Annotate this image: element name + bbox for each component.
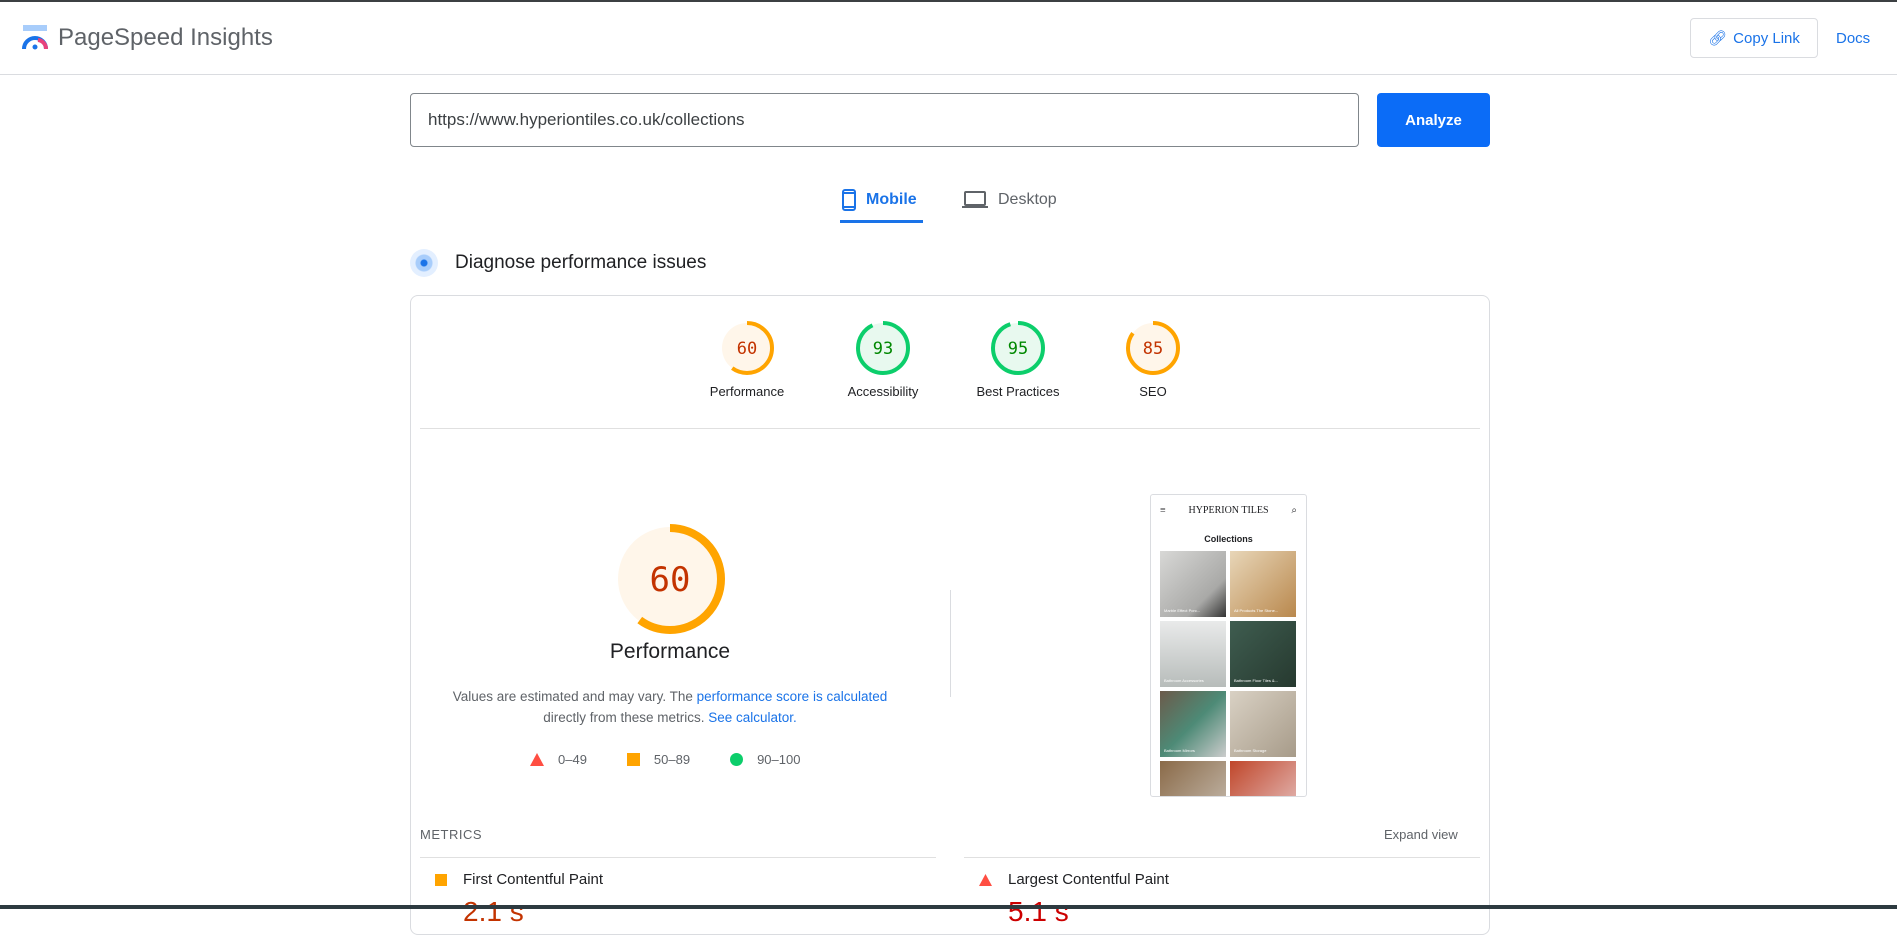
- see-calculator-link[interactable]: See calculator.: [708, 710, 797, 725]
- main-score-label: Performance: [609, 640, 731, 663]
- link-icon: 🔗︎: [1708, 30, 1728, 47]
- metric-name: First Contentful Paint: [463, 871, 604, 888]
- menu-icon: ≡: [1160, 505, 1166, 516]
- divider: [964, 857, 1480, 858]
- square-icon: [626, 753, 640, 766]
- gauge-value: 60: [737, 339, 757, 359]
- legend-range: 50–89: [653, 752, 691, 767]
- tile-label: Bathroom Accessories: [1164, 678, 1204, 683]
- gauge-label: Accessibility: [847, 384, 919, 399]
- divider: [420, 428, 1480, 429]
- section-title: Diagnose performance issues: [455, 252, 707, 273]
- gauge-ring: 60: [720, 321, 774, 375]
- diagnose-icon: [410, 249, 438, 277]
- expand-view-toggle[interactable]: Expand view: [1384, 827, 1458, 842]
- thumb-tile: [1230, 761, 1296, 796]
- thumb-grid: Marble Effect Porc... All Products The S…: [1151, 544, 1306, 796]
- tile-label: Bathroom Floor Tiles &...: [1234, 678, 1279, 683]
- gauge-ring: 85: [1126, 321, 1180, 375]
- legend-pass: 90–100: [730, 752, 800, 767]
- gauge-performance[interactable]: 60 Performance: [687, 320, 807, 399]
- mobile-phone-icon: [842, 189, 856, 211]
- thumb-tile: Bathroom Accessories: [1160, 621, 1226, 687]
- score-description: Values are estimated and may vary. The p…: [440, 686, 900, 728]
- thumb-tile: All Products The Stone...: [1230, 551, 1296, 617]
- tile-label: Bathroom Storage: [1234, 748, 1267, 753]
- header: PageSpeed Insights 🔗︎ Copy Link Docs: [0, 2, 1897, 75]
- laptop-icon: [962, 191, 988, 208]
- metrics-heading: METRICS: [420, 827, 482, 842]
- legend-fail: 0–49: [530, 752, 587, 767]
- metric-fcp: First Contentful Paint: [435, 871, 603, 888]
- score-calculated-link[interactable]: performance score is calculated: [697, 689, 888, 704]
- tile-label: Marble Effect Porc...: [1164, 608, 1201, 613]
- thumb-tile: [1160, 761, 1226, 796]
- gauge-accessibility[interactable]: 93 Accessibility: [823, 320, 943, 399]
- circle-icon: [730, 753, 744, 766]
- gauge-seo[interactable]: 85 SEO: [1093, 320, 1213, 399]
- analyze-button[interactable]: Analyze: [1377, 93, 1490, 147]
- tab-mobile-label: Mobile: [866, 191, 917, 208]
- vertical-divider: [950, 590, 951, 697]
- tab-desktop[interactable]: Desktop: [962, 180, 1057, 220]
- tab-mobile[interactable]: Mobile: [842, 180, 917, 220]
- metric-name: Largest Contentful Paint: [1008, 871, 1169, 888]
- active-tab-indicator: [840, 220, 923, 223]
- metric-value: 5.1 s: [1008, 896, 1069, 927]
- gauge-value: 93: [873, 339, 893, 359]
- thumb-brand: HYPERION TILES: [1188, 505, 1269, 516]
- gauge-ring: 93: [856, 321, 910, 375]
- square-icon: [435, 873, 447, 886]
- legend-range: 0–49: [558, 752, 587, 767]
- main-performance-gauge: 60: [615, 524, 725, 634]
- app-title: PageSpeed Insights: [58, 24, 273, 51]
- thumb-header: ≡ HYPERION TILES ⌕: [1151, 495, 1306, 516]
- tab-desktop-label: Desktop: [998, 191, 1057, 208]
- desc-text: Values are estimated and may vary. The: [452, 689, 697, 704]
- gauge-label: Performance: [709, 384, 785, 399]
- copy-link-button[interactable]: 🔗︎ Copy Link: [1690, 18, 1818, 58]
- main-score-value: 60: [650, 560, 691, 600]
- metric-lcp: Largest Contentful Paint: [979, 871, 1169, 888]
- divider: [420, 857, 936, 858]
- gauge-label: Best Practices: [976, 384, 1060, 399]
- pagespeed-logo-icon: [22, 25, 48, 50]
- thumb-tile: Bathroom Floor Tiles &...: [1230, 621, 1296, 687]
- desc-text: directly from these metrics.: [543, 710, 709, 725]
- tile-label: All Products The Stone...: [1234, 608, 1279, 613]
- gauge-value: 95: [1008, 339, 1028, 359]
- metric-value: 2.1 s: [463, 896, 524, 927]
- legend-range: 90–100: [757, 752, 801, 767]
- score-legend: 0–49 50–89 90–100: [530, 752, 800, 767]
- tile-label: Bathroom Mirrors: [1164, 748, 1195, 753]
- gauge-value: 85: [1143, 339, 1163, 359]
- docs-link[interactable]: Docs: [1836, 30, 1870, 47]
- thumb-tile: Bathroom Mirrors: [1160, 691, 1226, 757]
- thumb-tile: Marble Effect Porc...: [1160, 551, 1226, 617]
- url-input[interactable]: [410, 93, 1359, 147]
- gauge-best-practices[interactable]: 95 Best Practices: [958, 320, 1078, 399]
- thumb-heading: Collections: [1204, 534, 1253, 544]
- taskbar-edge: [0, 905, 1897, 909]
- page-screenshot-thumbnail: ≡ HYPERION TILES ⌕ Collections Marble Effe…: [1150, 494, 1307, 797]
- thumb-tile: Bathroom Storage: [1230, 691, 1296, 757]
- search-icon: ⌕: [1291, 505, 1297, 516]
- legend-average: 50–89: [626, 752, 691, 767]
- gauge-label: SEO: [1139, 384, 1167, 399]
- copy-link-label: Copy Link: [1733, 29, 1800, 47]
- gauge-ring: 95: [991, 321, 1045, 375]
- triangle-icon: [530, 753, 544, 766]
- triangle-icon: [979, 873, 992, 886]
